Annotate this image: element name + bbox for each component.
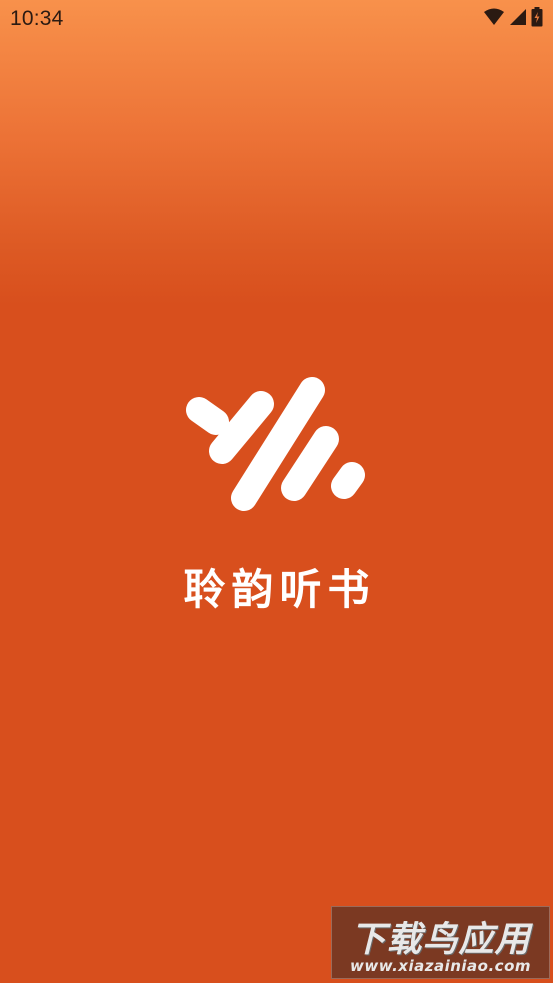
watermark: 下载鸟应用 www.xiazainiao.com <box>331 906 550 979</box>
watermark-title: 下载鸟应用 <box>350 920 531 960</box>
wifi-icon <box>483 8 505 31</box>
sound-wave-logo-icon <box>182 373 366 513</box>
battery-charging-icon <box>531 7 543 32</box>
status-icons <box>483 7 543 32</box>
signal-icon <box>509 8 527 31</box>
status-bar: 10:34 <box>0 0 553 38</box>
watermark-url: www.xiazainiao.com <box>349 957 532 975</box>
app-name: 聆韵听书 <box>183 565 376 614</box>
status-time: 10:34 <box>10 7 64 30</box>
